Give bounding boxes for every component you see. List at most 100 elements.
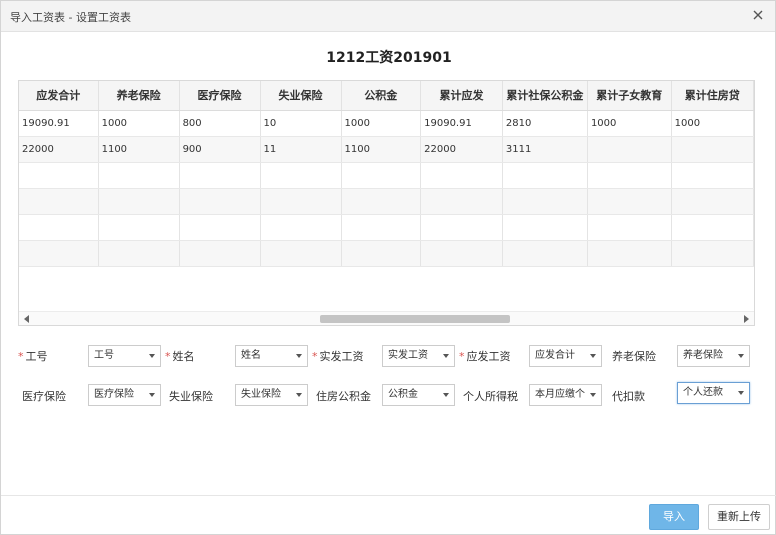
table-cell (341, 240, 422, 267)
import-button[interactable]: 导入 (649, 504, 699, 530)
column-header: 失业保险 (260, 81, 342, 111)
column-header: 医疗保险 (179, 81, 261, 111)
select-value: 姓名 (241, 350, 261, 361)
table-cell: 1000 (671, 110, 754, 137)
mapping-label-text: 住房公积金 (316, 390, 371, 403)
table-cell (260, 240, 342, 267)
table-row[interactable] (19, 240, 754, 267)
table-cell (19, 162, 99, 189)
mapping-label-text: 代扣款 (612, 390, 645, 403)
select-value: 本月应缴个 (535, 389, 585, 400)
mapping-select[interactable]: 公积金 (382, 384, 455, 406)
select-value: 应发合计 (535, 350, 575, 361)
table-cell: 3111 (502, 136, 588, 163)
table-cell (671, 240, 754, 267)
table-row[interactable] (19, 162, 754, 189)
mapping-select[interactable]: 姓名 (235, 345, 308, 367)
table-row[interactable]: 19090.91 1000 800 10 1000 19090.91 2810 1000 100… (19, 110, 754, 137)
table-cell (260, 188, 342, 215)
table-cell (179, 214, 261, 241)
chevron-down-icon (443, 354, 449, 358)
mapping-label-text: 姓名 (172, 350, 195, 363)
table-cell: 11 (260, 136, 342, 163)
table-cell: 19090.91 (420, 110, 503, 137)
table-row[interactable]: 22000 1100 900 11 1100 22000 3111 (19, 136, 754, 163)
table-cell (179, 240, 261, 267)
chevron-down-icon (738, 391, 744, 395)
table-cell (420, 214, 503, 241)
scroll-right-arrow-icon[interactable] (744, 315, 749, 323)
select-value: 实发工资 (388, 350, 428, 361)
table-cell (587, 188, 672, 215)
table-cell (98, 162, 180, 189)
column-header: 公积金 (341, 81, 422, 111)
select-value: 个人还款 (683, 387, 723, 398)
table-cell (587, 240, 672, 267)
table-cell (587, 162, 672, 189)
table-cell (341, 162, 422, 189)
mapping-label: 失业保险 (169, 388, 213, 404)
mapping-label-text: 医疗保险 (22, 390, 66, 403)
close-icon[interactable] (750, 7, 766, 23)
mapping-select[interactable]: 实发工资 (382, 345, 455, 367)
preview-table: 应发合计 养老保险 医疗保险 失业保险 公积金 累计应发 累计社保公积金 累计子女教育 累计住房… (19, 81, 754, 267)
mapping-label: * 姓名 (165, 348, 195, 364)
mapping-select[interactable]: 工号 (88, 345, 161, 367)
table-cell (671, 188, 754, 215)
mapping-select[interactable]: 个人还款 (677, 382, 750, 404)
horizontal-scrollbar[interactable] (19, 311, 754, 325)
table-cell (19, 240, 99, 267)
table-cell: 1100 (98, 136, 180, 163)
mapping-select[interactable]: 失业保险 (235, 384, 308, 406)
table-cell (260, 162, 342, 189)
table-cell: 1000 (341, 110, 422, 137)
chevron-down-icon (443, 393, 449, 397)
mapping-label: * 实发工资 (312, 348, 364, 364)
import-salary-dialog: 导入工资表 - 设置工资表 1212工资201901 应发合计 养老保险 医疗保险失… (0, 0, 776, 535)
footer-divider (1, 495, 776, 496)
table-cell (502, 188, 588, 215)
table-cell (587, 136, 672, 163)
chevron-down-icon (149, 393, 155, 397)
mapping-select[interactable]: 本月应缴个 (529, 384, 602, 406)
table-row[interactable] (19, 214, 754, 241)
table-cell (420, 188, 503, 215)
mapping-label: 医疗保险 (22, 388, 66, 404)
required-marker: * (459, 350, 465, 363)
table-cell (502, 162, 588, 189)
chevron-down-icon (590, 354, 596, 358)
preview-grid: 应发合计 养老保险 医疗保险 失业保险 公积金 累计应发 累计社保公积金 累计子女教育 累计住房… (18, 80, 755, 326)
sheet-title: 1212工资201901 (326, 50, 452, 66)
table-cell: 22000 (19, 136, 99, 163)
table-cell (260, 214, 342, 241)
table-cell (98, 188, 180, 215)
select-value: 公积金 (388, 389, 418, 400)
mapping-label-text: 养老保险 (612, 350, 656, 363)
column-header: 累计应发 (420, 81, 503, 111)
chevron-down-icon (149, 354, 155, 358)
scroll-left-arrow-icon[interactable] (24, 315, 29, 323)
column-header: 累计子女教育 (587, 81, 672, 111)
table-row[interactable] (19, 188, 754, 215)
table-cell: 1000 (587, 110, 672, 137)
table-cell: 2810 (502, 110, 588, 137)
scrollbar-thumb[interactable] (320, 315, 510, 323)
chevron-down-icon (296, 393, 302, 397)
mapping-select[interactable]: 养老保险 (677, 345, 750, 367)
mapping-label: 养老保险 (612, 348, 656, 364)
table-cell (671, 214, 754, 241)
mapping-select[interactable]: 医疗保险 (88, 384, 161, 406)
chevron-down-icon (738, 354, 744, 358)
select-value: 养老保险 (683, 350, 723, 361)
table-cell (420, 240, 503, 267)
mapping-label-text: 实发工资 (319, 350, 364, 363)
table-cell (19, 188, 99, 215)
reupload-button[interactable]: 重新上传 (708, 504, 770, 530)
mapping-label-text: 应发工资 (466, 350, 511, 363)
required-marker: * (165, 350, 171, 363)
mapping-select[interactable]: 应发合计 (529, 345, 602, 367)
mapping-label-text: 失业保险 (169, 390, 213, 403)
dialog-title: 导入工资表 - 设置工资表 (10, 11, 131, 24)
required-marker: * (18, 350, 24, 363)
chevron-down-icon (590, 393, 596, 397)
